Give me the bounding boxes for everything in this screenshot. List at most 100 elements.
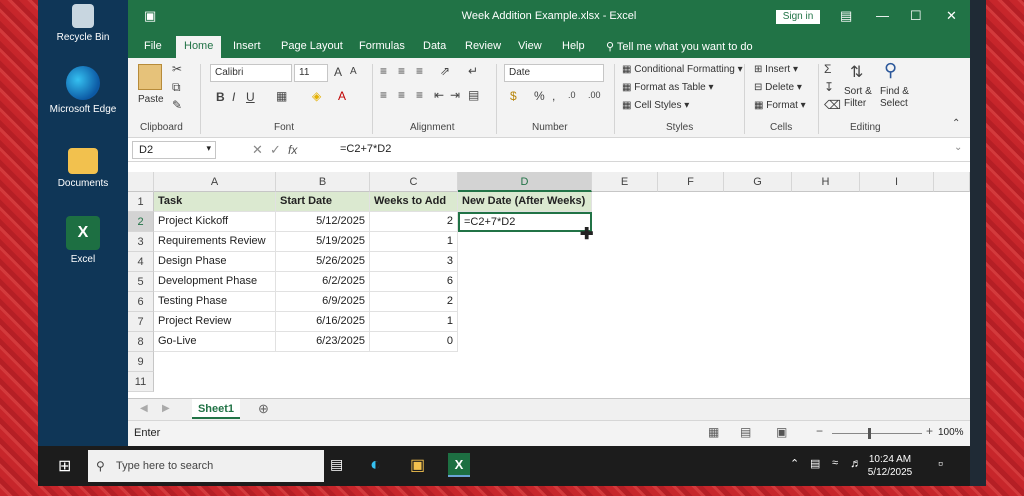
header-cell-start-date[interactable]: Start Date [276, 192, 370, 212]
row-header[interactable]: 1 [128, 192, 154, 212]
weeks-cell[interactable]: 6 [370, 272, 458, 292]
excel-taskbar-icon[interactable]: X [448, 453, 470, 477]
desktop-icon-excel[interactable]: X Excel [46, 216, 120, 265]
row-header[interactable]: 11 [128, 372, 154, 392]
format-cells-button[interactable]: ▦ Format ▾ [754, 100, 806, 111]
accounting-format-icon[interactable]: $ [510, 89, 517, 103]
sort-filter-button[interactable]: Sort & Filter [844, 86, 876, 110]
cancel-icon[interactable]: ✕ [252, 142, 263, 158]
sign-in-button[interactable]: Sign in [776, 10, 820, 24]
taskbar-search[interactable]: ⚲ Type here to search [88, 450, 324, 482]
column-header-f[interactable]: F [658, 172, 724, 192]
column-header-i[interactable]: I [860, 172, 934, 192]
row-header[interactable]: 3 [128, 232, 154, 252]
column-header-d[interactable]: D [458, 172, 592, 192]
task-cell[interactable]: Design Phase [154, 252, 276, 272]
column-header-g[interactable]: G [724, 172, 792, 192]
menu-file[interactable]: File [144, 40, 162, 52]
orientation-icon[interactable]: ⇗ [440, 64, 450, 78]
cell-styles-button[interactable]: ▦ Cell Styles ▾ [622, 100, 689, 111]
start-date-cell[interactable]: 6/23/2025 [276, 332, 370, 352]
column-header-h[interactable]: H [792, 172, 860, 192]
menu-insert[interactable]: Insert [233, 40, 261, 52]
menu-help[interactable]: Help [562, 40, 585, 52]
task-cell[interactable]: Go-Live [154, 332, 276, 352]
network-icon[interactable]: ▤ [810, 457, 820, 470]
font-name-select[interactable]: Calibri [210, 64, 292, 82]
row-header[interactable]: 4 [128, 252, 154, 272]
find-select-icon[interactable]: ⚲ [884, 60, 897, 81]
bold-icon[interactable]: B [216, 90, 225, 104]
task-view-icon[interactable]: ▤ [330, 456, 343, 473]
increase-font-icon[interactable]: A [334, 65, 342, 79]
close-icon[interactable]: ✕ [946, 8, 957, 24]
row-header[interactable]: 7 [128, 312, 154, 332]
conditional-formatting-button[interactable]: ▦ Conditional Formatting ▾ [622, 64, 743, 75]
decrease-font-icon[interactable]: A [350, 66, 357, 77]
task-cell[interactable]: Project Kickoff [154, 212, 276, 232]
fill-color-icon[interactable]: ◈ [312, 89, 321, 103]
header-cell-new-date[interactable]: New Date (After Weeks) [458, 192, 592, 212]
merge-center-icon[interactable]: ▤ [468, 88, 479, 102]
sort-filter-icon[interactable]: ⇅ [850, 62, 863, 82]
menu-view[interactable]: View [518, 40, 542, 52]
task-cell[interactable]: Project Review [154, 312, 276, 332]
start-date-cell[interactable]: 5/19/2025 [276, 232, 370, 252]
row-header[interactable]: 5 [128, 272, 154, 292]
paste-icon[interactable] [138, 64, 162, 90]
align-middle-icon[interactable]: ≡ [398, 64, 405, 78]
edge-taskbar-icon[interactable]: ◐ [370, 454, 381, 475]
zoom-out-icon[interactable]: − [816, 424, 823, 438]
fill-icon[interactable]: ↧ [824, 80, 834, 94]
align-bottom-icon[interactable]: ≡ [416, 64, 423, 78]
format-painter-icon[interactable]: ✎ [172, 98, 182, 112]
notifications-icon[interactable]: ▫ [938, 455, 943, 471]
desktop-icon-documents[interactable]: Documents [46, 148, 120, 189]
row-header[interactable]: 2 [128, 212, 154, 232]
show-hidden-icons-icon[interactable]: ⌃ [790, 457, 799, 470]
taskbar-clock[interactable]: 10:24 AM 5/12/2025 [860, 453, 920, 479]
menu-data[interactable]: Data [423, 40, 446, 52]
maximize-icon[interactable]: ☐ [910, 8, 922, 24]
start-date-cell[interactable]: 6/16/2025 [276, 312, 370, 332]
number-format-select[interactable]: Date [504, 64, 604, 82]
align-left-icon[interactable]: ≡ [380, 88, 387, 102]
expand-formula-bar-icon[interactable]: ⌄ [954, 142, 962, 153]
column-header-e[interactable]: E [592, 172, 658, 192]
desktop-icon-edge[interactable]: Microsoft Edge [46, 66, 120, 115]
row-header[interactable]: 9 [128, 352, 154, 372]
column-header-c[interactable]: C [370, 172, 458, 192]
weeks-cell[interactable]: 1 [370, 312, 458, 332]
increase-indent-icon[interactable]: ⇥ [450, 88, 460, 102]
zoom-slider-thumb[interactable] [868, 428, 871, 439]
percent-icon[interactable]: % [534, 89, 545, 103]
page-layout-view-icon[interactable]: ▤ [740, 425, 751, 439]
insert-function-icon[interactable]: fx [288, 143, 297, 157]
insert-cells-button[interactable]: ⊞ Insert ▾ [754, 64, 798, 75]
borders-icon[interactable]: ▦ [276, 89, 287, 103]
weeks-cell[interactable]: 3 [370, 252, 458, 272]
row-header[interactable]: 6 [128, 292, 154, 312]
sheet-tab-sheet1[interactable]: Sheet1 [192, 399, 240, 419]
weeks-cell[interactable]: 2 [370, 212, 458, 232]
file-explorer-icon[interactable]: ▣ [410, 455, 425, 475]
column-header-b[interactable]: B [276, 172, 370, 192]
header-cell-task[interactable]: Task [154, 192, 276, 212]
decrease-decimal-icon[interactable]: .00 [588, 90, 601, 100]
paste-button[interactable]: Paste [138, 94, 164, 105]
comma-style-icon[interactable]: , [552, 89, 555, 103]
row-header[interactable]: 8 [128, 332, 154, 352]
start-date-cell[interactable]: 6/9/2025 [276, 292, 370, 312]
task-cell[interactable]: Testing Phase [154, 292, 276, 312]
align-center-icon[interactable]: ≡ [398, 88, 405, 102]
active-cell-d2[interactable]: =C2+7*D2 [458, 212, 592, 232]
menu-review[interactable]: Review [465, 40, 501, 52]
align-right-icon[interactable]: ≡ [416, 88, 423, 102]
menu-formulas[interactable]: Formulas [359, 40, 405, 52]
menu-page-layout[interactable]: Page Layout [281, 40, 343, 52]
copy-icon[interactable]: ⧉ [172, 80, 181, 95]
header-cell-weeks[interactable]: Weeks to Add [370, 192, 458, 212]
select-all-corner[interactable] [128, 172, 154, 192]
column-header-a[interactable]: A [154, 172, 276, 192]
task-cell[interactable]: Requirements Review [154, 232, 276, 252]
